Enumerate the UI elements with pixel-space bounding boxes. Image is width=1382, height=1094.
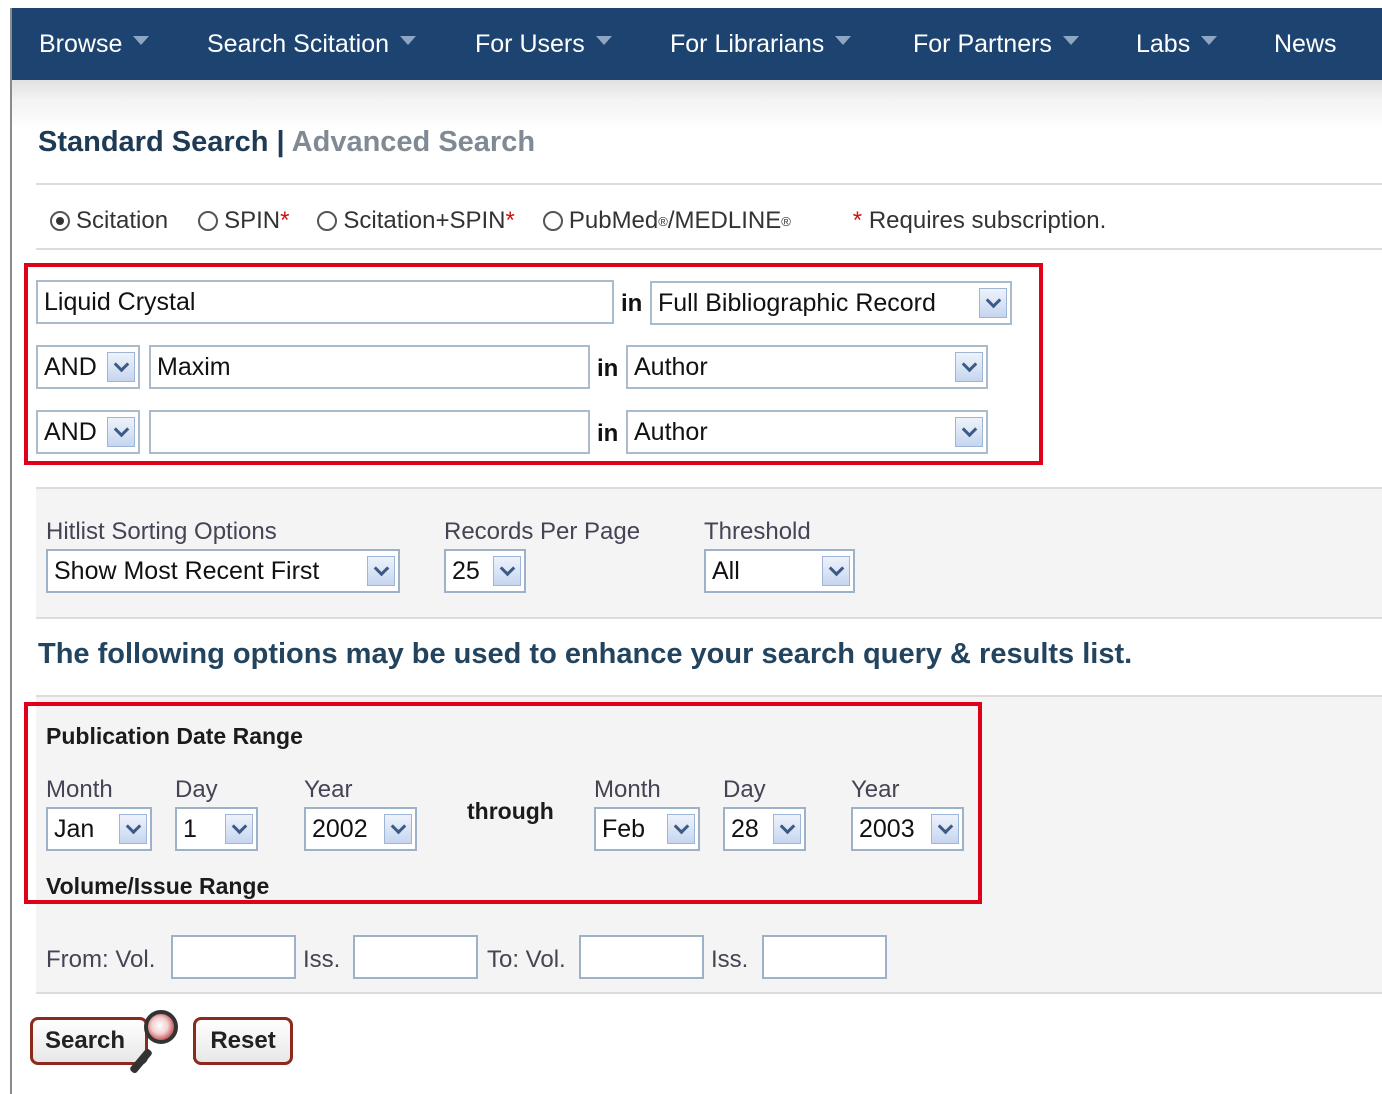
- to-vol-input[interactable]: [579, 935, 704, 979]
- radio-selected-icon: [50, 211, 70, 231]
- asterisk: *: [505, 207, 515, 234]
- asterisk: *: [852, 207, 863, 234]
- nav-news-label: News: [1274, 29, 1337, 58]
- chevron-down-icon: [1062, 35, 1079, 45]
- tab-advanced-search[interactable]: Advanced Search: [292, 126, 535, 158]
- nav-for-users[interactable]: For Users: [475, 8, 612, 80]
- from-vol-input[interactable]: [171, 935, 296, 979]
- nav-news[interactable]: News: [1274, 8, 1337, 80]
- subscription-note-text: Requires subscription.: [868, 207, 1107, 234]
- date-highlight-box: [24, 702, 982, 904]
- tab-separator: |: [276, 126, 285, 158]
- to-vol-label: To: Vol.: [487, 946, 566, 973]
- search-button-label: Search: [45, 1027, 126, 1054]
- nav-search-scitation[interactable]: Search Scitation: [207, 8, 417, 80]
- query-highlight-box: [24, 263, 1043, 465]
- database-selector: Scitation SPIN * Scitation+SPIN * PubMed ® /…: [50, 198, 1106, 244]
- nav-for-librarians-label: For Librarians: [670, 29, 825, 58]
- nav-search-scitation-label: Search Scitation: [207, 29, 390, 58]
- to-iss-label: Iss.: [711, 946, 749, 973]
- sorting-select-value: Show Most Recent First: [54, 556, 320, 585]
- sorting-select[interactable]: Show Most Recent First: [46, 549, 400, 593]
- chevron-down-icon: [400, 35, 417, 45]
- from-iss-label: Iss.: [303, 946, 341, 973]
- records-per-page-select[interactable]: 25: [444, 549, 526, 593]
- nav-browse[interactable]: Browse: [39, 8, 150, 80]
- nav-for-users-label: For Users: [475, 29, 585, 58]
- magnifier-icon: [144, 1010, 178, 1044]
- radio-medline-label: /MEDLINE: [667, 207, 782, 234]
- registered-mark: ®: [658, 213, 668, 229]
- search-mode-tabs: Standard Search | Advanced Search: [38, 126, 535, 159]
- reset-button[interactable]: Reset: [193, 1017, 293, 1065]
- enhance-heading: The following options may be used to enh…: [38, 638, 1133, 670]
- from-vol-label: From: Vol.: [46, 946, 156, 973]
- nav-labs-label: Labs: [1136, 29, 1191, 58]
- chevron-down-icon: [822, 556, 850, 586]
- nav-for-librarians[interactable]: For Librarians: [670, 8, 852, 80]
- tab-standard-search[interactable]: Standard Search: [38, 126, 268, 158]
- nav-for-partners[interactable]: For Partners: [913, 8, 1079, 80]
- chevron-down-icon: [367, 556, 395, 586]
- nav-browse-label: Browse: [39, 29, 123, 58]
- registered-mark: ®: [781, 213, 791, 229]
- chevron-down-icon: [595, 35, 612, 45]
- threshold-value: All: [712, 556, 740, 585]
- nav-for-partners-label: For Partners: [913, 29, 1052, 58]
- chevron-down-icon: [1201, 35, 1218, 45]
- records-per-page-value: 25: [452, 556, 480, 585]
- radio-spin-label: SPIN: [224, 207, 281, 234]
- sorting-label: Hitlist Sorting Options: [46, 518, 277, 545]
- radio-scitation-spin-label: Scitation+SPIN: [343, 207, 506, 234]
- records-per-page-label: Records Per Page: [444, 518, 641, 545]
- radio-scitation-spin[interactable]: Scitation+SPIN *: [317, 207, 515, 235]
- nav-labs[interactable]: Labs: [1136, 8, 1218, 80]
- reset-button-label: Reset: [210, 1027, 276, 1054]
- radio-scitation-label: Scitation: [76, 207, 169, 234]
- window-border-left: [0, 0, 12, 1094]
- window-border-top: [10, 0, 1382, 8]
- divider: [36, 992, 1382, 994]
- radio-spin[interactable]: SPIN *: [198, 207, 289, 235]
- radio-scitation[interactable]: Scitation: [50, 207, 168, 235]
- asterisk: *: [280, 207, 290, 234]
- divider: [36, 248, 1382, 250]
- search-button[interactable]: Search: [30, 1017, 148, 1065]
- radio-pubmed-label: PubMed: [568, 207, 659, 234]
- subscription-note: * Requires subscription.: [853, 207, 1106, 235]
- nav-shadow: [12, 80, 1382, 130]
- chevron-down-icon: [493, 556, 521, 586]
- chevron-down-icon: [835, 35, 852, 45]
- divider: [36, 183, 1382, 185]
- top-nav-bar: Browse Search Scitation For Users For Li…: [12, 8, 1382, 80]
- radio-empty-icon: [317, 211, 338, 231]
- radio-empty-icon: [198, 211, 219, 231]
- to-iss-input[interactable]: [762, 935, 887, 979]
- divider: [36, 617, 1382, 619]
- from-iss-input[interactable]: [353, 935, 478, 979]
- threshold-label: Threshold: [704, 518, 811, 545]
- chevron-down-icon: [133, 35, 150, 45]
- radio-pubmed[interactable]: PubMed ®/MEDLINE ®: [542, 207, 791, 235]
- radio-empty-icon: [542, 211, 563, 231]
- threshold-select[interactable]: All: [704, 549, 855, 593]
